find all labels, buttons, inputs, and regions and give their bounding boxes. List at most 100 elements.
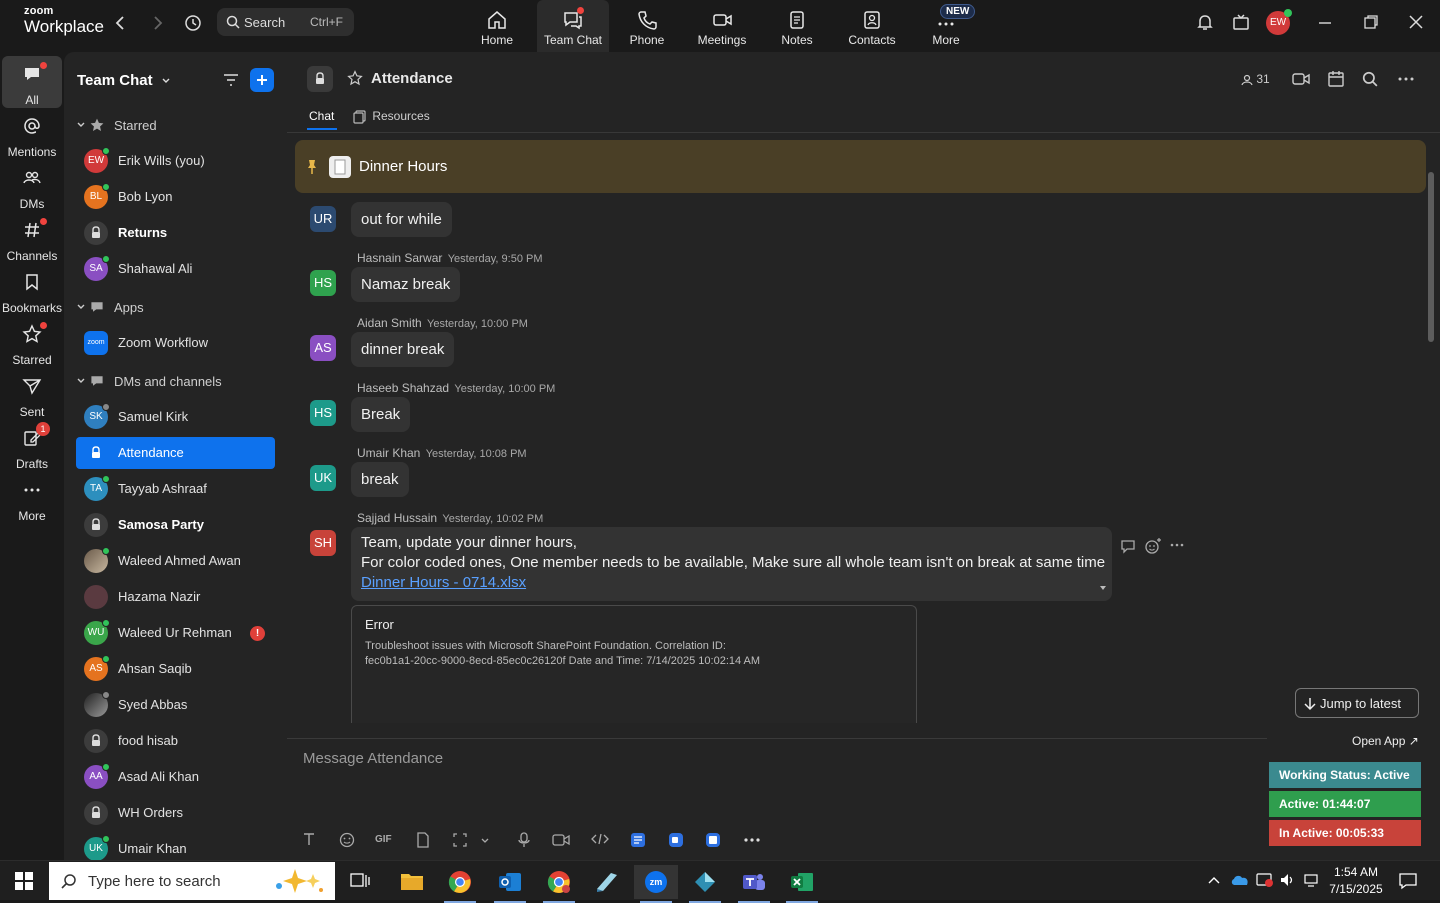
star-icon[interactable]	[347, 70, 363, 86]
sidebar-item-attendance[interactable]: Attendance	[76, 437, 275, 469]
search-icon[interactable]	[1362, 71, 1378, 87]
close-icon[interactable]	[1408, 14, 1424, 30]
link-preview-error-card[interactable]: Error Troubleshoot issues with Microsoft…	[351, 605, 917, 723]
screenshot-icon[interactable]	[452, 832, 468, 848]
sidebar-item-waleed-ur-rehman[interactable]: WU Waleed Ur Rehman !	[76, 617, 275, 649]
nav-team-chat[interactable]: Team Chat	[537, 0, 609, 52]
rail-drafts[interactable]: 1 Drafts	[2, 420, 62, 472]
nav-meetings[interactable]: Meetings	[686, 0, 758, 52]
bell-icon[interactable]	[1196, 13, 1214, 31]
sidebar-item-food-hisab[interactable]: food hisab	[76, 725, 275, 757]
rail-bookmarks[interactable]: Bookmarks	[2, 264, 62, 316]
message-bubble[interactable]: Break	[351, 397, 411, 432]
video-meeting-icon[interactable]	[1292, 71, 1310, 87]
message-bubble[interactable]: Team, update your dinner hours, For colo…	[351, 527, 1112, 601]
sidebar-item-syed-abbas[interactable]: Syed Abbas	[76, 689, 275, 721]
rail-mentions[interactable]: Mentions	[2, 108, 62, 160]
pinned-message-banner[interactable]: Dinner Hours	[295, 140, 1426, 193]
sidebar-item-umair-khan[interactable]: UK Umair Khan	[76, 833, 275, 860]
minimize-icon[interactable]	[1316, 16, 1334, 30]
avatar[interactable]: UK	[310, 465, 336, 491]
open-app-link[interactable]: Open App ↗	[1352, 734, 1419, 748]
caret-down-icon[interactable]	[1099, 585, 1107, 591]
member-count[interactable]: 31	[1241, 72, 1270, 86]
more-tools-icon[interactable]	[743, 836, 761, 844]
sidebar-item-returns[interactable]: Returns	[76, 217, 275, 249]
calendar-icon[interactable]	[1327, 70, 1345, 88]
notifications-icon[interactable]	[1398, 872, 1418, 890]
app-zoom-icon[interactable]	[668, 832, 684, 848]
avatar[interactable]: HS	[310, 270, 336, 296]
file-link[interactable]: Dinner Hours - 0714.xlsx	[361, 573, 1102, 593]
emoji-icon[interactable]	[339, 832, 355, 848]
search-box[interactable]: Search Ctrl+F	[217, 8, 354, 36]
rail-starred[interactable]: Starred	[2, 316, 62, 368]
avatar[interactable]: SH	[310, 530, 336, 556]
avatar[interactable]: AS	[310, 335, 336, 361]
sidebar-item-zoom-workflow[interactable]: zoom Zoom Workflow	[76, 327, 275, 359]
message-bubble[interactable]: out for while	[351, 202, 452, 237]
sidebar-item-erik-wills[interactable]: EW Erik Wills (you)	[76, 145, 275, 177]
reply-icon[interactable]	[1120, 538, 1136, 554]
sender-name[interactable]: Haseeb Shahzad	[357, 381, 449, 395]
rail-channels[interactable]: Channels	[2, 212, 62, 264]
sidebar-item-asad-ali-khan[interactable]: AA Asad Ali Khan	[76, 761, 275, 793]
whats-new-icon[interactable]	[1232, 13, 1250, 31]
nav-contacts[interactable]: Contacts	[836, 0, 908, 52]
rail-more[interactable]: More	[2, 472, 62, 524]
chrome-icon[interactable]	[438, 865, 482, 903]
sidebar-item-tayyab-ashraaf[interactable]: TA Tayyab Ashraaf	[76, 473, 275, 505]
sidebar-item-wh-orders[interactable]: WH Orders	[76, 797, 275, 829]
nav-home[interactable]: Home	[461, 0, 533, 52]
format-text-icon[interactable]	[302, 832, 316, 846]
history-icon[interactable]	[184, 14, 202, 32]
chevron-down-icon[interactable]	[480, 837, 490, 845]
restore-icon[interactable]	[1362, 14, 1380, 30]
sender-name[interactable]: Hasnain Sarwar	[357, 251, 442, 265]
tab-chat[interactable]: Chat	[309, 109, 334, 123]
chrome-profile-icon[interactable]	[537, 865, 581, 903]
section-apps[interactable]: Apps	[76, 298, 266, 318]
microphone-icon[interactable]	[517, 832, 531, 848]
taskbar-search[interactable]: Type here to search	[49, 862, 335, 900]
teams-icon[interactable]	[732, 865, 776, 903]
jump-to-latest-button[interactable]: Jump to latest	[1295, 688, 1419, 718]
volume-icon[interactable]	[1280, 873, 1296, 887]
file-icon[interactable]	[416, 832, 430, 848]
message-input[interactable]: Message Attendance	[303, 750, 443, 767]
excel-icon[interactable]	[780, 865, 824, 903]
task-view-icon[interactable]	[350, 872, 370, 890]
avatar[interactable]: UR	[310, 206, 336, 232]
sidebar-item-waleed-ahmed-awan[interactable]: Waleed Ahmed Awan	[76, 545, 275, 577]
forward-arrow-icon[interactable]	[148, 14, 166, 32]
file-explorer-icon[interactable]	[390, 865, 434, 899]
security-icon[interactable]	[1256, 872, 1274, 888]
app-meeting-icon[interactable]	[705, 832, 721, 848]
sidebar-item-bob-lyon[interactable]: BL Bob Lyon	[76, 181, 275, 213]
app-docs-icon[interactable]	[630, 832, 646, 848]
section-dms-and-channels[interactable]: DMs and channels	[76, 372, 266, 392]
new-chat-button[interactable]	[250, 68, 274, 92]
scrollbar[interactable]	[1428, 172, 1434, 342]
sidebar-item-hazama-nazir[interactable]: Hazama Nazir	[76, 581, 275, 613]
message-bubble[interactable]: break	[351, 462, 409, 497]
windows-start-icon[interactable]	[15, 872, 33, 890]
message-more-icon[interactable]	[1169, 540, 1185, 550]
sidebar-item-shahawal-ali[interactable]: SA Shahawal Ali	[76, 253, 275, 285]
sender-name[interactable]: Umair Khan	[357, 446, 420, 460]
zoom-taskbar-icon[interactable]: zm	[634, 865, 678, 903]
tab-resources[interactable]: Resources	[353, 109, 430, 124]
sidebar-item-samuel-kirk[interactable]: SK Samuel Kirk	[76, 401, 275, 433]
kite-app-icon[interactable]	[683, 865, 727, 903]
message-bubble[interactable]: dinner break	[351, 332, 455, 367]
onedrive-icon[interactable]	[1230, 873, 1250, 887]
rail-sent[interactable]: Sent	[2, 368, 62, 420]
system-clock[interactable]: 1:54 AM 7/15/2025	[1326, 864, 1386, 898]
rail-all[interactable]: All	[2, 56, 62, 108]
back-arrow-icon[interactable]	[112, 14, 130, 32]
gif-button[interactable]: GIF	[375, 834, 392, 845]
pen-app-icon[interactable]	[585, 865, 629, 899]
add-reaction-icon[interactable]	[1144, 537, 1162, 555]
sender-name[interactable]: Aidan Smith	[357, 316, 422, 330]
nav-notes[interactable]: Notes	[761, 0, 833, 52]
